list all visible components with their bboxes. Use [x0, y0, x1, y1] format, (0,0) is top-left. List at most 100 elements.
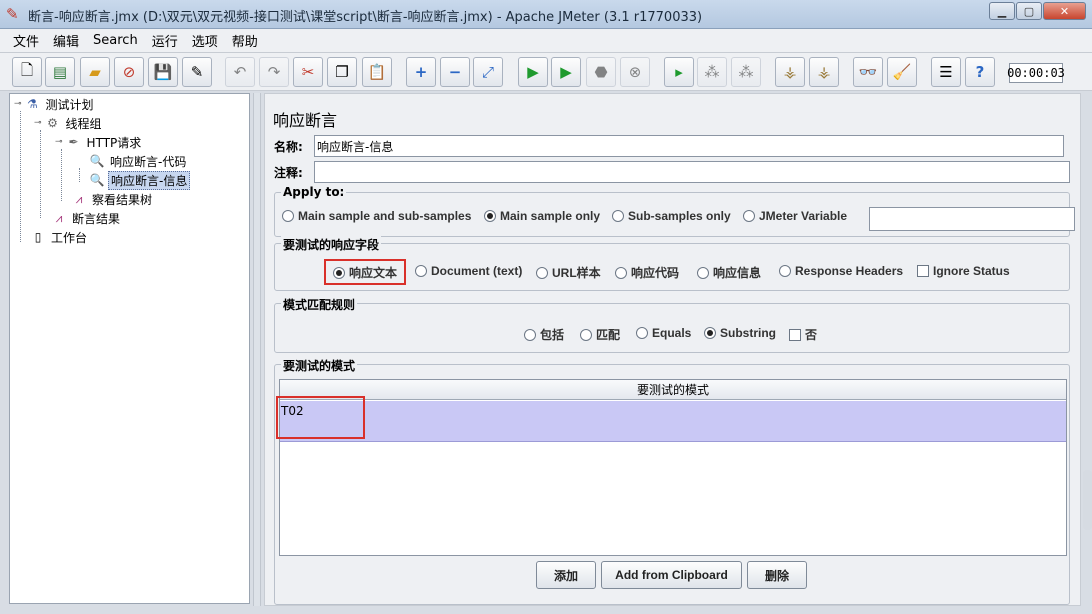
menu-edit[interactable]: 编辑 [46, 31, 86, 50]
new-button[interactable]: 🗋 [12, 57, 42, 87]
tree-node-assertion-info[interactable]: 🔍 响应断言-信息 [89, 170, 191, 190]
tree-node-assertion-code[interactable]: 🔍 响应断言-代码 [89, 152, 188, 170]
field-url-radio[interactable]: URL样本 [536, 264, 601, 281]
tree-label: 线程组 [65, 116, 102, 131]
tree-node-thread-group[interactable]: ⊸ ⚙ 线程组 [34, 114, 104, 132]
radio-icon [282, 210, 294, 222]
chart-icon: ⩘ [75, 191, 83, 206]
option-label: 响应代码 [631, 266, 680, 280]
templates-button[interactable]: ▤ [45, 57, 75, 87]
menu-file[interactable]: 文件 [6, 31, 46, 50]
help-button[interactable]: ? [965, 57, 995, 87]
apply-sub-only-radio[interactable]: Sub-samples only [612, 209, 731, 223]
open-button[interactable]: ▰ [80, 57, 110, 87]
help-icon: ? [975, 63, 985, 81]
expand-handle-icon[interactable]: ⊸ [55, 137, 63, 147]
minimize-button[interactable]: ▁ [989, 2, 1015, 20]
save-button[interactable]: 💾 [148, 57, 178, 87]
apply-main-only-radio[interactable]: Main sample only [484, 209, 600, 223]
stop-button[interactable]: ⬣ [586, 57, 616, 87]
scissors-icon: ✂ [301, 63, 315, 81]
test-plan-tree: ⊸ ⚗ 测试计划 ⊸ ⚙ 线程组 ⊸ ✒ HTTP请求 🔍 响应断言-代码 🔍 … [9, 93, 250, 604]
highlight-box [276, 396, 365, 439]
save-as-button[interactable]: ✎ [182, 57, 212, 87]
feather-icon: ✎ [6, 5, 19, 23]
search-button[interactable]: 👓 [853, 57, 883, 87]
field-document-radio[interactable]: Document (text) [415, 264, 522, 278]
cut-button[interactable]: ✂ [293, 57, 323, 87]
remote-stop-icon: ⁂ [704, 63, 720, 81]
option-label: Equals [652, 326, 692, 340]
radio-icon [415, 265, 427, 277]
tree-node-assertion-results[interactable]: ⩘ 断言结果 [51, 209, 122, 227]
menu-options[interactable]: 选项 [185, 31, 225, 50]
elapsed-timer: 00:00:03 [1007, 63, 1065, 83]
option-label: 匹配 [596, 328, 621, 342]
maximize-button[interactable]: ▢ [1016, 2, 1042, 20]
remote-exit-button[interactable]: ⁂ [731, 57, 761, 87]
patterns-group: 要测试的模式 要测试的模式 T02 添加 Add from Clipboard … [274, 357, 1070, 605]
function-helper-button[interactable]: ☰ [931, 57, 961, 87]
clear-all-button[interactable]: ⚶ [809, 57, 839, 87]
table-row[interactable]: T02 [280, 401, 1066, 442]
copy-button[interactable]: ❐ [327, 57, 357, 87]
close-button[interactable]: ✕ [1043, 2, 1086, 20]
patterns-column-header[interactable]: 要测试的模式 [280, 380, 1066, 400]
apply-jmeter-variable-radio[interactable]: JMeter Variable [743, 209, 847, 223]
tree-node-workbench[interactable]: ▯ 工作台 [30, 228, 89, 246]
save-icon: 💾 [153, 63, 173, 81]
start-button[interactable]: ▶ [518, 57, 548, 87]
start-no-pause-button[interactable]: ▶ [551, 57, 581, 87]
add-button[interactable]: 添加 [536, 561, 596, 589]
option-label: 包括 [540, 328, 565, 342]
undo-button[interactable]: ↶ [225, 57, 255, 87]
rule-substring-radio[interactable]: Substring [704, 326, 776, 340]
title-bar: ✎ 断言-响应断言.jmx (D:\双元\双元视频-接口测试\课堂script\… [0, 0, 1092, 29]
window-title: 断言-响应断言.jmx (D:\双元\双元视频-接口测试\课堂script\断言… [28, 10, 703, 25]
radio-icon [524, 328, 536, 341]
menu-search[interactable]: Search [86, 33, 145, 48]
apply-to-group: Apply to: Main sample and sub-samples Ma… [274, 185, 1075, 237]
rule-equals-radio[interactable]: Equals [636, 326, 691, 340]
remote-start-button[interactable]: ▸ [664, 57, 694, 87]
shutdown-icon: ⊗ [628, 63, 642, 81]
apply-main-and-sub-radio[interactable]: Main sample and sub-samples [282, 209, 471, 223]
rule-not-checkbox[interactable]: 否 [789, 326, 817, 343]
pane-splitter[interactable] [253, 93, 261, 606]
field-response-code-radio[interactable]: 响应代码 [615, 264, 679, 281]
close-file-button[interactable]: ⊘ [114, 57, 144, 87]
field-response-headers-radio[interactable]: Response Headers [779, 264, 903, 278]
scrollbar[interactable] [1083, 470, 1092, 530]
expand-button[interactable]: + [406, 57, 436, 87]
jmeter-variable-field[interactable] [869, 207, 1075, 231]
chart-icon: ⩘ [55, 210, 63, 225]
tree-node-view-results-tree[interactable]: ⩘ 察看结果树 [71, 190, 154, 208]
radio-icon [779, 265, 791, 277]
rule-matches-radio[interactable]: 匹配 [580, 326, 620, 343]
tree-node-test-plan[interactable]: ⊸ ⚗ 测试计划 [14, 95, 96, 113]
menu-bar: 文件 编辑 Search 运行 选项 帮助 [0, 29, 1092, 53]
jmeter-window: ✎ 断言-响应断言.jmx (D:\双元\双元视频-接口测试\课堂script\… [0, 0, 1092, 614]
field-response-message-radio[interactable]: 响应信息 [697, 264, 761, 281]
add-from-clipboard-button[interactable]: Add from Clipboard [601, 561, 742, 589]
menu-help[interactable]: 帮助 [225, 31, 265, 50]
toggle-button[interactable]: ⤢ [473, 57, 503, 87]
paste-button[interactable]: 📋 [362, 57, 392, 87]
name-field[interactable]: 响应断言-信息 [314, 135, 1064, 157]
shutdown-button[interactable]: ⊗ [620, 57, 650, 87]
menu-run[interactable]: 运行 [145, 31, 185, 50]
reset-search-button[interactable]: 🧹 [887, 57, 917, 87]
rule-contains-radio[interactable]: 包括 [524, 326, 564, 343]
expand-handle-icon[interactable]: ⊸ [34, 118, 42, 128]
delete-button[interactable]: 删除 [747, 561, 807, 589]
tree-node-http-request[interactable]: ⊸ ✒ HTTP请求 [55, 133, 143, 151]
expand-handle-icon[interactable]: ⊸ [14, 99, 22, 109]
ignore-status-checkbox[interactable]: Ignore Status [917, 264, 1010, 278]
broom-all-icon: ⚶ [817, 63, 831, 81]
clear-button[interactable]: ⚶ [775, 57, 805, 87]
option-label: Response Headers [795, 264, 904, 278]
collapse-button[interactable]: − [440, 57, 470, 87]
remote-stop-button[interactable]: ⁂ [697, 57, 727, 87]
comment-field[interactable] [314, 161, 1070, 183]
redo-button[interactable]: ↷ [259, 57, 289, 87]
